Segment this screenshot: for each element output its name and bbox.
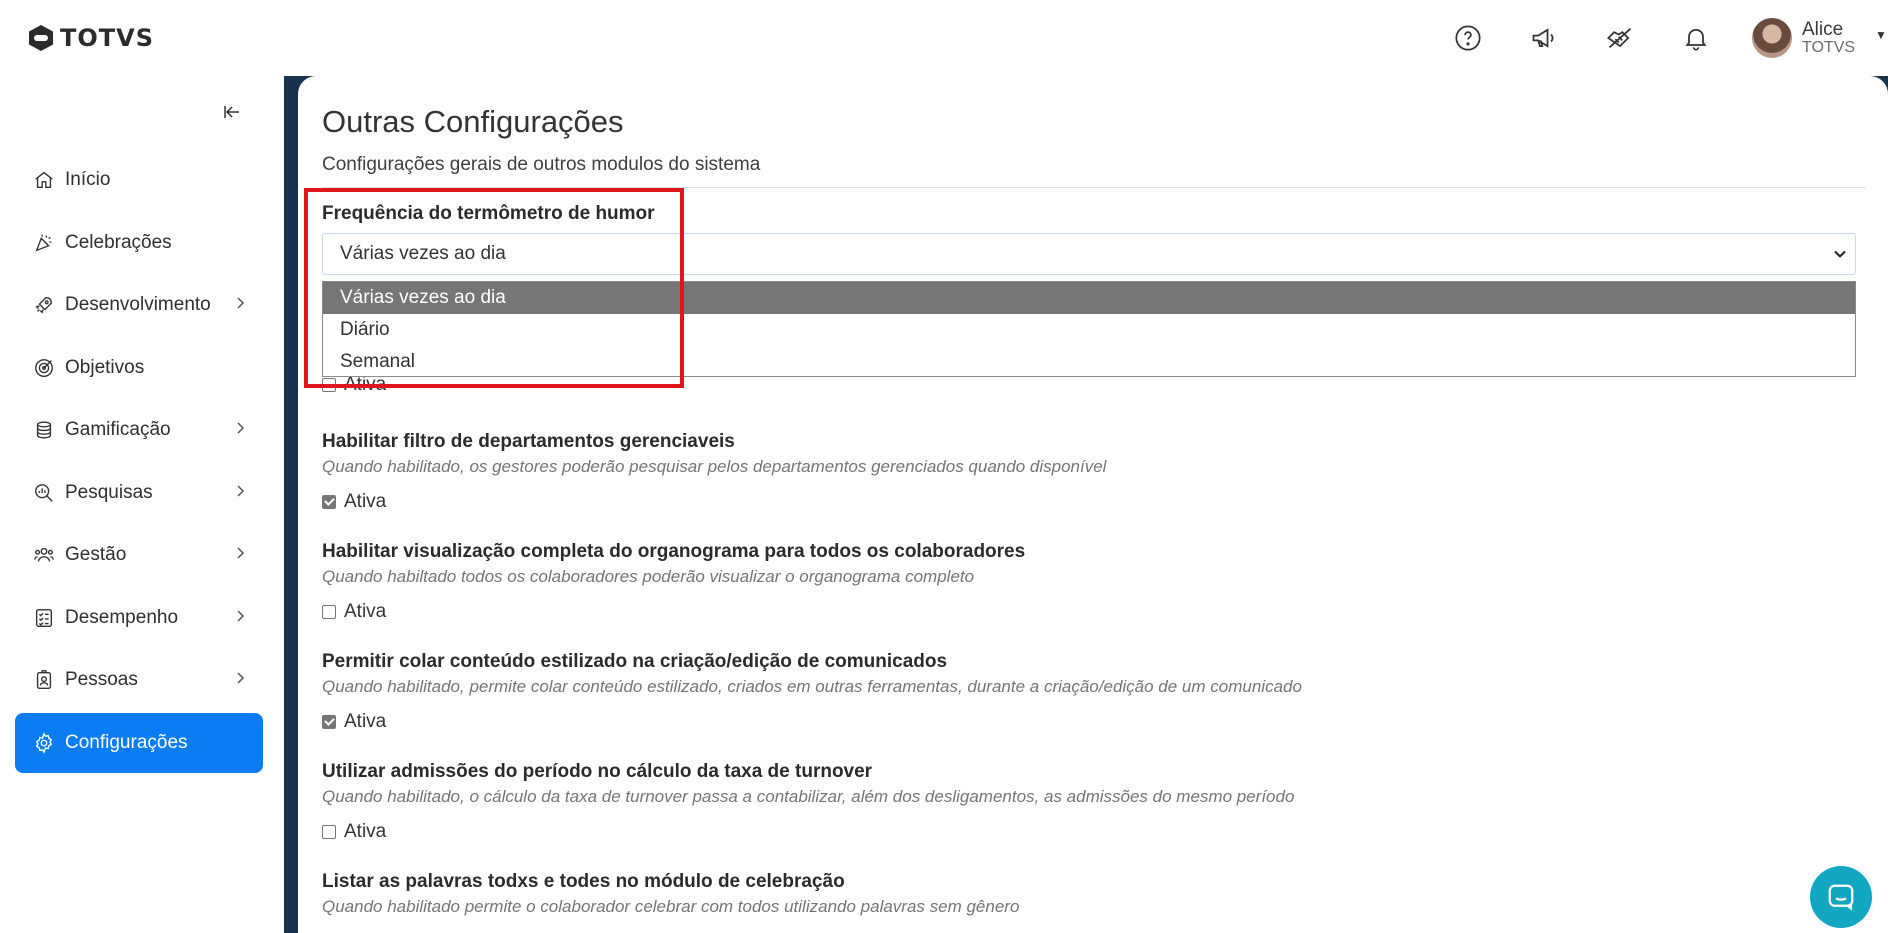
chevron-right-icon	[237, 547, 245, 559]
checkbox[interactable]	[322, 495, 336, 509]
setting-desc: Quando habilitado, permite colar conteúd…	[322, 677, 1302, 696]
sidebar-item-label: Desempenho	[65, 606, 179, 628]
setting-desc: Quando habilitado permite o colaborador …	[322, 897, 1020, 916]
user-org: TOTVS	[1802, 38, 1856, 56]
mood-frequency-dropdown: Várias vezes ao dia Diário Semanal	[322, 281, 1856, 377]
sidebar-item-label: Celebrações	[65, 231, 172, 253]
setting-title: Habilitar visualização completa do organ…	[322, 541, 1026, 562]
setting-departments-filter: Habilitar filtro de departamentos gerenc…	[322, 431, 1106, 513]
mood-frequency-label: Frequência do termômetro de humor	[322, 203, 655, 224]
sidebar-item-desenvolvimento[interactable]: Desenvolvimento	[15, 275, 263, 335]
setting-turnover: Utilizar admissões do período no cálculo…	[322, 761, 1294, 843]
check-label: Ativa	[344, 491, 387, 512]
badge-icon	[32, 668, 56, 692]
dropdown-option[interactable]: Várias vezes ao dia	[323, 282, 1855, 314]
gear-icon	[32, 731, 56, 755]
hidden-setting-check: Ativa	[322, 376, 386, 394]
check-label: Ativa	[344, 711, 387, 732]
handshake-icon[interactable]	[1604, 22, 1636, 54]
main-frame: Outras Configurações Configurações gerai…	[284, 76, 1888, 933]
party-icon	[32, 231, 56, 255]
setting-desc: Quando habilitado, o cálculo da taxa de …	[322, 787, 1295, 806]
totvs-logo[interactable]: TOTVS	[28, 23, 154, 53]
setting-styled-paste: Permitir colar conteúdo estilizado na cr…	[322, 651, 1302, 733]
sidebar-item-label: Pesquisas	[65, 481, 153, 503]
dropdown-option[interactable]: Semanal	[323, 346, 1855, 378]
select-value: Várias vezes ao dia	[340, 243, 506, 264]
setting-desc: Quando habiltado todos os colaboradores …	[322, 567, 975, 586]
setting-org-chart: Habilitar visualização completa do organ…	[322, 541, 1025, 623]
chevron-right-icon	[237, 609, 245, 622]
check-row: Ativa	[322, 711, 1302, 733]
setting-desc: Quando habilitado, os gestores poderão p…	[322, 457, 1107, 476]
setting-title: Utilizar admissões do período no cálculo…	[322, 761, 873, 782]
sidebar-item-gestao[interactable]: Gestão	[15, 525, 263, 585]
chevron-right-icon	[237, 672, 245, 684]
help-icon[interactable]	[1452, 22, 1484, 54]
chevron-right-icon	[237, 422, 245, 434]
setting-title: Listar as palavras todxs e todes no módu…	[322, 871, 845, 892]
chevron-right-icon	[237, 297, 245, 309]
chevron-right-icon	[237, 484, 245, 497]
settings-card: Outras Configurações Configurações gerai…	[298, 76, 1888, 933]
sidebar-item-label: Objetivos	[65, 356, 145, 378]
sidebar-item-label: Gamificação	[65, 419, 171, 440]
check-label: Ativa	[344, 376, 387, 394]
caret-down-icon[interactable]: ▼	[1875, 28, 1887, 42]
people-icon	[32, 543, 56, 567]
checkbox[interactable]	[322, 378, 336, 392]
page-title: Outras Configurações	[322, 104, 624, 139]
page-subtitle: Configurações gerais de outros modulos d…	[322, 154, 761, 175]
check-label: Ativa	[344, 821, 387, 842]
check-label: Ativa	[344, 601, 387, 622]
dropdown-option[interactable]: Diário	[323, 314, 1855, 346]
user-menu[interactable]: Alice TOTVS ▼	[1752, 18, 1887, 58]
sidebar-item-celebracoes[interactable]: Celebrações	[15, 213, 263, 273]
sidebar-item-pesquisas[interactable]: Pesquisas	[15, 463, 263, 523]
checkbox[interactable]	[322, 825, 336, 839]
sidebar-item-label: Configurações	[65, 731, 188, 753]
sidebar-item-label: Início	[65, 169, 111, 190]
avatar	[1752, 18, 1792, 58]
user-name: Alice	[1802, 18, 1844, 40]
sidebar-item-inicio[interactable]: Início	[15, 150, 263, 210]
search-chart-icon	[32, 481, 56, 505]
sidebar-item-label: Desenvolvimento	[65, 294, 211, 315]
check-row: Ativa	[322, 491, 1106, 513]
sidebar-item-gamificacao[interactable]: Gamificação	[15, 400, 263, 460]
collapse-sidebar-icon[interactable]	[220, 100, 244, 124]
setting-title: Permitir colar conteúdo estilizado na cr…	[322, 651, 948, 672]
chat-button[interactable]	[1810, 866, 1872, 928]
bell-icon[interactable]	[1680, 22, 1712, 54]
chevron-down-icon	[1834, 250, 1846, 258]
top-bar: TOTVS Alice TOTVS ▼	[0, 0, 1888, 76]
divider	[322, 187, 1866, 188]
rocket-icon	[32, 293, 56, 317]
checklist-icon	[32, 606, 56, 630]
mood-frequency-select[interactable]: Várias vezes ao dia	[322, 233, 1856, 275]
checkbox[interactable]	[322, 605, 336, 619]
brand-name: TOTVS	[60, 24, 155, 52]
check-row: Ativa	[322, 601, 1025, 623]
sidebar-item-objetivos[interactable]: Objetivos	[15, 338, 263, 398]
sidebar-item-label: Gestão	[65, 544, 127, 565]
chat-icon	[1828, 884, 1854, 911]
checkbox[interactable]	[322, 715, 336, 729]
coins-icon	[32, 418, 56, 442]
sidebar: Início Celebrações Desenvolvimento Objet…	[0, 76, 284, 933]
sidebar-item-label: Pessoas	[65, 669, 138, 690]
sidebar-item-configuracoes[interactable]: Configurações	[15, 712, 263, 773]
target-icon	[32, 356, 56, 380]
sidebar-item-desempenho[interactable]: Desempenho	[15, 588, 263, 648]
megaphone-icon[interactable]	[1528, 22, 1560, 54]
setting-title: Habilitar filtro de departamentos gerenc…	[322, 431, 735, 452]
home-icon	[32, 168, 56, 192]
sidebar-item-pessoas[interactable]: Pessoas	[15, 650, 263, 710]
setting-gender-neutral: Listar as palavras todxs e todes no módu…	[322, 871, 1019, 917]
sidebar-nav: Início Celebrações Desenvolvimento Objet…	[15, 150, 263, 775]
totvs-logo-mark	[29, 25, 53, 51]
check-row: Ativa	[322, 821, 1294, 843]
